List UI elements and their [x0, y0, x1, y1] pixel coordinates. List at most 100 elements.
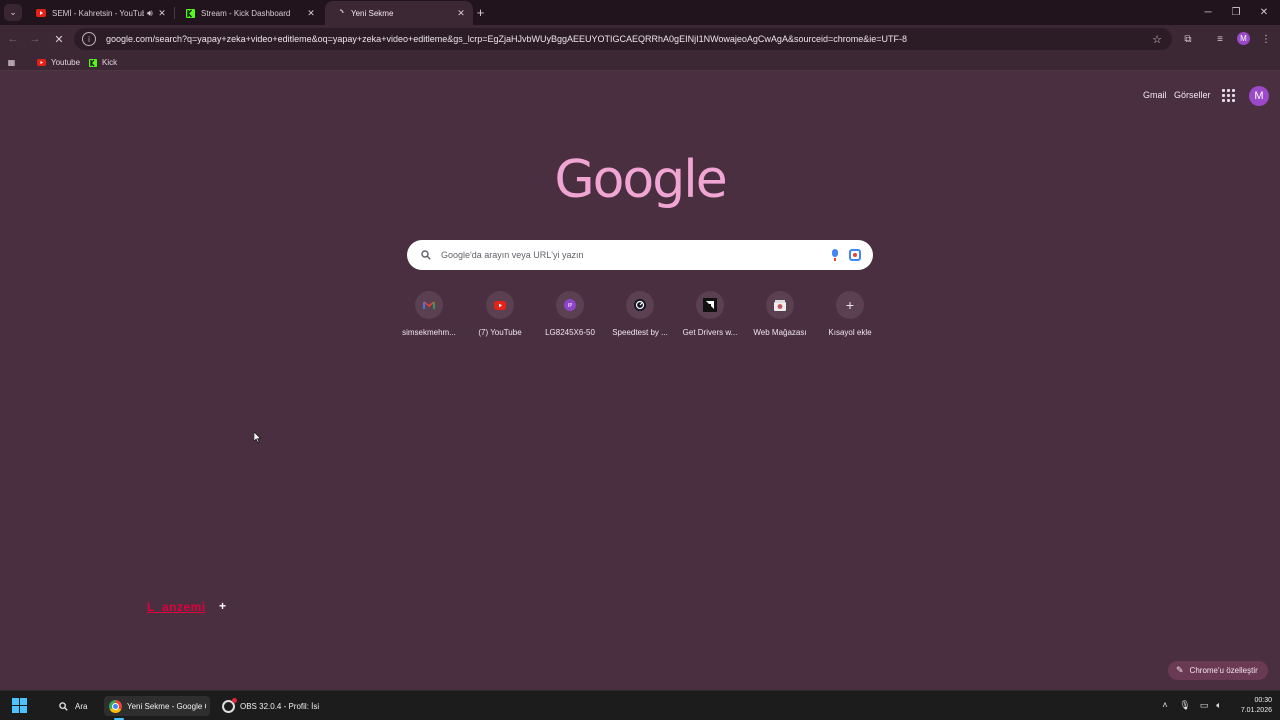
apps-grid-button[interactable]: ▦ [7, 56, 21, 69]
close-icon: ✕ [54, 33, 64, 46]
shortcut-label: simsekmehm... [402, 328, 456, 337]
taskbar-search-label: Ara [75, 701, 88, 711]
windows-start-icon[interactable] [12, 698, 27, 713]
tab-strip: ⌄ SEMİ - Kahretsin - YouTube 🔊︎ ✕ Stream… [0, 0, 1280, 25]
tab-youtube[interactable]: SEMİ - Kahretsin - YouTube 🔊︎ ✕ [26, 1, 174, 25]
kick-icon [185, 8, 195, 18]
profile-avatar-button[interactable]: M [1237, 32, 1250, 45]
overlay-plus-icon: + [219, 599, 227, 613]
clock-date: 7.01.2026 [1240, 707, 1272, 714]
menu-kebab-icon[interactable]: ⋮ [1259, 32, 1273, 46]
shortcut-web-store[interactable]: Web Mağazası [745, 291, 815, 337]
microphone-icon[interactable]: 🎙︎ [1179, 700, 1191, 711]
address-bar[interactable]: i google.com/search?q=yapay+zeka+video+e… [74, 28, 1172, 50]
shortcut-lg[interactable]: IP LG8245X6-50 [535, 291, 605, 337]
arrow-right-icon: → [29, 33, 41, 45]
taskbar: Ara Yeni Sekme - Google Ch OBS 32.0.4 - … [0, 690, 1280, 720]
shortcut-gmail[interactable]: simsekmehm... [394, 291, 464, 337]
mouse-cursor-icon [254, 432, 261, 443]
taskbar-search[interactable]: Ara [52, 696, 91, 716]
media-controls-icon[interactable]: ≡ [1213, 32, 1227, 46]
loading-icon [335, 8, 345, 18]
arrow-left-icon: ← [7, 33, 19, 45]
speaker-icon[interactable]: 🔊︎ [144, 7, 156, 19]
svg-text:IP: IP [568, 303, 573, 309]
clock-time: 00:30 [1254, 697, 1272, 704]
apps-grid-icon: ▦ [7, 58, 16, 67]
ip-icon: IP [556, 291, 584, 319]
google-apps-icon[interactable] [1222, 89, 1235, 102]
obs-icon [221, 697, 237, 713]
speedtest-icon [626, 291, 654, 319]
kick-icon [88, 58, 97, 67]
tab-title: Stream - Kick Dashboard [201, 8, 291, 18]
bookmarks-bar: ▦ Youtube Kick [0, 54, 1280, 71]
stop-loading-button[interactable]: ✕ [51, 31, 67, 47]
pencil-icon: ✎ [1176, 665, 1184, 675]
customize-chrome-button[interactable]: ✎ Chrome'u özelleştir [1168, 661, 1268, 680]
tab-title: SEMİ - Kahretsin - YouTube [52, 8, 144, 18]
extensions-icon[interactable]: ⧉ [1181, 32, 1195, 46]
google-lens-icon[interactable] [849, 249, 861, 261]
shortcut-add[interactable]: + Kısayol ekle [815, 291, 885, 337]
taskbar-chrome-label: Yeni Sekme - Google Ch [127, 701, 206, 711]
close-icon[interactable]: ✕ [305, 7, 317, 19]
minimize-icon: ─ [1204, 7, 1212, 18]
chevron-up-icon[interactable]: ˄ [1159, 700, 1171, 710]
search-box[interactable]: Google'da arayın veya URL'yi yazın [407, 240, 873, 270]
toolbar: ← → ✕ i google.com/search?q=yapay+zeka+v… [0, 25, 1280, 54]
close-icon[interactable]: ✕ [455, 7, 467, 19]
customize-chrome-label: Chrome'u özelleştir [1189, 666, 1258, 675]
shortcut-amd-drivers[interactable]: Get Drivers w... [675, 291, 745, 337]
search-input[interactable]: Google'da arayın veya URL'yi yazın [441, 250, 831, 260]
restore-button[interactable]: ❐ [1227, 4, 1245, 21]
shortcut-label: Speedtest by ... [612, 328, 668, 337]
gmail-link[interactable]: Gmail [1143, 90, 1167, 100]
chevron-down-icon: ⌄ [9, 7, 17, 17]
shortcut-youtube[interactable]: (7) YouTube [465, 291, 535, 337]
gmail-icon [415, 291, 443, 319]
shortcut-label: Get Drivers w... [682, 328, 738, 337]
images-link[interactable]: Görseller [1174, 90, 1211, 100]
volume-icon[interactable]: 🔈︎ [1213, 700, 1225, 711]
google-logo: Google [554, 150, 727, 210]
taskbar-obs-label: OBS 32.0.4 - Profil: İsims [240, 701, 319, 711]
microphone-icon[interactable] [831, 249, 839, 261]
plus-icon: + [476, 5, 485, 20]
close-window-button[interactable]: ✕ [1255, 4, 1273, 21]
back-button[interactable]: ← [5, 31, 21, 47]
tab-title: Yeni Sekme [351, 8, 394, 18]
url-text: google.com/search?q=yapay+zeka+video+edi… [106, 34, 907, 44]
minimize-button[interactable]: ─ [1199, 4, 1217, 21]
forward-button[interactable]: → [27, 31, 43, 47]
webstore-icon [766, 291, 794, 319]
tab-new-tab[interactable]: Yeni Sekme ✕ [325, 1, 473, 25]
bookmark-youtube[interactable]: Youtube [37, 56, 80, 69]
network-icon[interactable]: ▭ [1198, 700, 1210, 711]
bookmark-kick[interactable]: Kick [88, 56, 117, 69]
shortcut-label: Kısayol ekle [828, 328, 872, 337]
tab-kick[interactable]: Stream - Kick Dashboard ✕ [175, 1, 323, 25]
clock[interactable]: 00:30 7.01.2026 [1234, 696, 1272, 716]
tab-search-button[interactable]: ⌄ [4, 4, 22, 21]
account-avatar[interactable]: M [1249, 86, 1269, 106]
bookmark-label: Youtube [51, 58, 81, 67]
close-icon: ✕ [1259, 7, 1269, 18]
bookmark-star-icon[interactable]: ☆ [1150, 33, 1164, 46]
stream-overlay-text: L_anzemi [147, 600, 206, 614]
taskbar-obs[interactable]: OBS 32.0.4 - Profil: İsims [217, 696, 323, 716]
youtube-icon [486, 291, 514, 319]
shortcut-label: Web Mağazası [753, 328, 807, 337]
site-info-icon[interactable]: i [82, 32, 96, 46]
close-icon[interactable]: ✕ [156, 7, 168, 19]
amd-icon [696, 291, 724, 319]
taskbar-chrome[interactable]: Yeni Sekme - Google Ch [104, 696, 210, 716]
bookmark-label: Kick [102, 58, 118, 67]
plus-icon: + [836, 291, 864, 319]
youtube-icon [36, 8, 46, 18]
shortcut-label: LG8245X6-50 [545, 328, 595, 337]
new-tab-button[interactable]: + [473, 5, 488, 20]
shortcut-label: (7) YouTube [478, 328, 522, 337]
search-icon [419, 248, 433, 262]
shortcut-speedtest[interactable]: Speedtest by ... [605, 291, 675, 337]
